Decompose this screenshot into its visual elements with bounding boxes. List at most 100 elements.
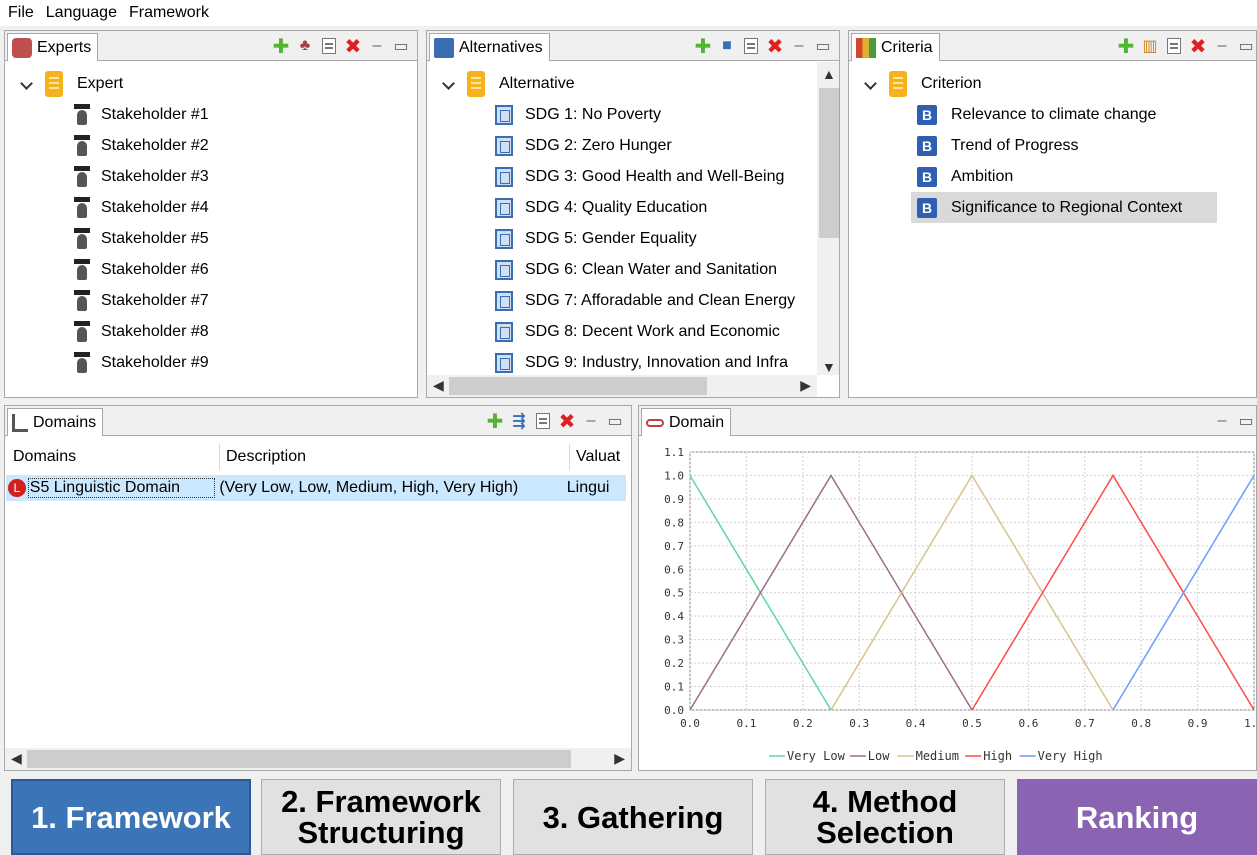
scroll-left-icon[interactable]: ◀ bbox=[11, 750, 22, 767]
tree-item-alternative[interactable]: SDG 3: Good Health and Well-Being bbox=[495, 161, 784, 192]
add-expert-group-icon[interactable]: ♣ bbox=[295, 36, 315, 56]
chevron-down-icon[interactable] bbox=[863, 77, 877, 91]
delete-icon[interactable]: ✖ bbox=[343, 36, 363, 58]
chevron-down-icon[interactable] bbox=[19, 77, 33, 91]
tree-item-expert[interactable]: Stakeholder #8 bbox=[73, 316, 209, 347]
add-alternative-icon[interactable]: ✚ bbox=[693, 36, 713, 58]
tree-item-expert[interactable]: Stakeholder #2 bbox=[73, 130, 209, 161]
criteria-icon bbox=[856, 37, 876, 58]
vertical-scroll-thumb[interactable] bbox=[819, 88, 839, 238]
minimize-icon[interactable]: – bbox=[581, 411, 601, 431]
domain-chart-tab-label: Domain bbox=[669, 413, 725, 431]
maximize-icon[interactable]: ▭ bbox=[391, 36, 411, 56]
add-alternative-group-icon[interactable]: ■ bbox=[717, 36, 737, 56]
tree-item-expert[interactable]: Stakeholder #3 bbox=[73, 161, 209, 192]
horizontal-scroll-thumb[interactable] bbox=[449, 377, 707, 395]
column-valuation[interactable]: Valuat bbox=[570, 444, 630, 470]
tree-item-expert[interactable]: Stakeholder #9 bbox=[73, 347, 209, 378]
minimize-icon[interactable]: – bbox=[1212, 411, 1232, 431]
tree-item-alternative[interactable]: SDG 8: Decent Work and Economic bbox=[495, 316, 780, 347]
edit-icon[interactable] bbox=[319, 36, 339, 56]
delete-icon[interactable]: ✖ bbox=[557, 411, 577, 433]
domain-chart-panel: Domain – ▭ 0.0 0.1 0.2 0.3 0.4 0.5 0.6 0.7 0.8 0.… bbox=[638, 405, 1257, 771]
ranking-step-button[interactable]: Ranking bbox=[1017, 779, 1257, 855]
tree-item-criterion[interactable]: B Trend of Progress bbox=[917, 130, 1078, 161]
domain-chart: 0.0 0.1 0.2 0.3 0.4 0.5 0.6 0.7 0.8 0.9 1.0 1.1 0.0 0… bbox=[664, 446, 1256, 763]
add-criterion-group-icon[interactable]: ▥ bbox=[1140, 36, 1160, 56]
method-selection-step-button[interactable]: 4. Method Selection bbox=[765, 779, 1005, 855]
add-criterion-icon[interactable]: ✚ bbox=[1116, 36, 1136, 58]
minimize-icon[interactable]: – bbox=[367, 36, 387, 56]
tree-root-alternative[interactable]: Alternative bbox=[441, 68, 575, 99]
tree-item-alternative[interactable]: SDG 4: Quality Education bbox=[495, 192, 707, 223]
tree-item-alternative[interactable]: SDG 2: Zero Hunger bbox=[495, 130, 672, 161]
delete-icon[interactable]: ✖ bbox=[1188, 36, 1208, 58]
maximize-icon[interactable]: ▭ bbox=[1236, 36, 1256, 56]
framework-step-button[interactable]: 1. Framework bbox=[11, 779, 251, 855]
column-domains[interactable]: Domains bbox=[5, 444, 220, 470]
chevron-down-icon[interactable] bbox=[441, 77, 455, 91]
tree-item-alternative[interactable]: SDG 6: Clean Water and Sanitation bbox=[495, 254, 777, 285]
add-domain-icon[interactable]: ✚ bbox=[485, 411, 505, 433]
book-icon bbox=[495, 166, 513, 187]
edit-icon[interactable] bbox=[741, 36, 761, 56]
tree-item-expert[interactable]: Stakeholder #6 bbox=[73, 254, 209, 285]
tree-root-criterion[interactable]: Criterion bbox=[863, 68, 981, 99]
add-domain-group-icon[interactable]: ⇶ bbox=[509, 411, 529, 431]
tree-item-alternative[interactable]: SDG 5: Gender Equality bbox=[495, 223, 697, 254]
tree-item-criterion[interactable]: B Ambition bbox=[917, 161, 1013, 192]
domains-tab[interactable]: Domains bbox=[7, 408, 104, 436]
delete-icon[interactable]: ✖ bbox=[765, 36, 785, 58]
expert-label: Stakeholder #8 bbox=[101, 322, 209, 340]
domain-chart-tab[interactable]: Domain bbox=[641, 408, 732, 436]
book-icon bbox=[495, 197, 513, 218]
y-tick-label: 0.8 bbox=[664, 516, 684, 529]
criterion-label: Relevance to climate change bbox=[951, 105, 1157, 123]
tree-item-expert[interactable]: Stakeholder #7 bbox=[73, 285, 209, 316]
domains-table-header: Domains Description Valuat bbox=[5, 444, 631, 470]
scroll-left-icon[interactable]: ◀ bbox=[433, 377, 444, 394]
tree-item-expert[interactable]: Stakeholder #5 bbox=[73, 223, 209, 254]
add-expert-icon[interactable]: ✚ bbox=[271, 36, 291, 58]
tree-item-expert[interactable]: Stakeholder #4 bbox=[73, 192, 209, 223]
alternatives-tab[interactable]: Alternatives bbox=[429, 33, 550, 61]
alternatives-tab-label: Alternatives bbox=[459, 38, 543, 56]
tree-item-alternative[interactable]: SDG 1: No Poverty bbox=[495, 99, 661, 130]
domains-horizontal-scrollbar[interactable]: ◀ ▶ bbox=[5, 748, 631, 770]
minimize-icon[interactable]: – bbox=[1212, 36, 1232, 56]
criteria-tab[interactable]: Criteria bbox=[851, 33, 940, 61]
edit-icon[interactable] bbox=[1164, 36, 1184, 56]
tree-item-criterion[interactable]: B Relevance to climate change bbox=[917, 99, 1156, 130]
minimize-icon[interactable]: – bbox=[789, 36, 809, 56]
expert-label: Stakeholder #3 bbox=[101, 167, 209, 185]
alternatives-horizontal-scrollbar[interactable]: ◀ ▶ bbox=[427, 375, 817, 397]
graduate-icon bbox=[73, 103, 91, 126]
column-description[interactable]: Description bbox=[220, 444, 570, 470]
domains-toolbar: ✚ ⇶ ✖ – ▭ bbox=[481, 409, 625, 433]
graduate-icon bbox=[73, 320, 91, 343]
tree-item-expert[interactable]: Stakeholder #1 bbox=[73, 99, 209, 130]
tree-item-criterion-selected[interactable]: B Significance to Regional Context bbox=[911, 192, 1217, 223]
tree-item-alternative[interactable]: SDG 9: Industry, Innovation and Infra bbox=[495, 347, 788, 375]
alternatives-vertical-scrollbar[interactable]: ▲ ▼ bbox=[817, 62, 839, 375]
menu-framework[interactable]: Framework bbox=[129, 4, 209, 22]
maximize-icon[interactable]: ▭ bbox=[813, 36, 833, 56]
y-tick-label: 0.3 bbox=[664, 634, 684, 647]
scroll-down-icon[interactable]: ▼ bbox=[822, 359, 836, 375]
tree-item-alternative[interactable]: SDG 7: Afforadable and Clean Energy bbox=[495, 285, 795, 316]
maximize-icon[interactable]: ▭ bbox=[1236, 411, 1256, 431]
tree-root-expert[interactable]: Expert bbox=[19, 68, 123, 99]
table-row[interactable]: L S5 Linguistic Domain (Very Low, Low, M… bbox=[6, 475, 626, 501]
menu-language[interactable]: Language bbox=[46, 4, 117, 22]
scroll-up-icon[interactable]: ▲ bbox=[822, 66, 836, 82]
scroll-right-icon[interactable]: ▶ bbox=[800, 377, 811, 394]
gathering-step-button[interactable]: 3. Gathering bbox=[513, 779, 753, 855]
maximize-icon[interactable]: ▭ bbox=[605, 411, 625, 431]
alternative-label: SDG 5: Gender Equality bbox=[525, 229, 697, 247]
framework-structuring-step-button[interactable]: 2. Framework Structuring bbox=[261, 779, 501, 855]
experts-tab[interactable]: Experts bbox=[7, 33, 99, 61]
menu-file[interactable]: File bbox=[8, 4, 34, 22]
edit-icon[interactable] bbox=[533, 411, 553, 431]
horizontal-scroll-thumb[interactable] bbox=[27, 750, 571, 768]
scroll-right-icon[interactable]: ▶ bbox=[614, 750, 625, 767]
